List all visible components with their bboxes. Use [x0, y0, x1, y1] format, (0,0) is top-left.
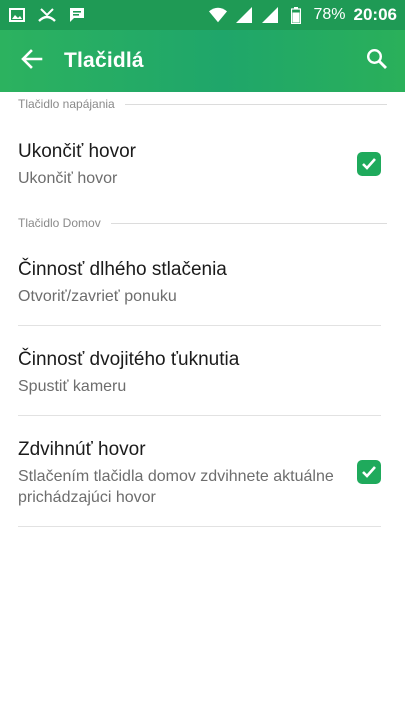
status-bar: 78% 20:06	[0, 0, 405, 30]
back-button[interactable]	[0, 30, 64, 92]
setting-subtitle: Stlačením tlačidla domov zdvihnete aktuá…	[18, 468, 334, 506]
image-icon	[8, 6, 26, 24]
status-right: 78% 20:06	[209, 5, 397, 25]
status-left-icons	[8, 6, 86, 24]
section-divider	[110, 222, 387, 224]
arrow-back-icon	[21, 48, 43, 75]
list-divider	[18, 415, 381, 416]
section-header-label: Tlačidlo napájania	[18, 97, 115, 111]
battery-percent: 78%	[313, 6, 346, 23]
setting-end-call[interactable]: Ukončiť hovor Ukončiť hovor	[0, 140, 405, 200]
setting-answer-call[interactable]: Zdvihnúť hovor Stlačením tlačidla domov …	[0, 438, 405, 518]
search-icon	[366, 48, 388, 75]
setting-double-tap[interactable]: Činnosť dvojitého ťuknutia Spustiť kamer…	[0, 348, 405, 408]
setting-subtitle: Spustiť kameru	[18, 378, 127, 395]
setting-subtitle: Otvoriť/zavrieť ponuku	[18, 288, 177, 305]
end-call-checkbox[interactable]	[357, 152, 381, 176]
list-divider	[18, 325, 381, 326]
answer-call-checkbox[interactable]	[357, 460, 381, 484]
setting-title: Zdvihnúť hovor	[18, 439, 146, 460]
app-bar: Tlačidlá	[0, 30, 405, 92]
battery-icon	[287, 6, 305, 24]
wifi-icon	[209, 6, 228, 24]
section-header-home: Tlačidlo Domov	[18, 216, 387, 230]
setting-title: Činnosť dvojitého ťuknutia	[18, 349, 240, 370]
setting-title: Ukončiť hovor	[18, 141, 137, 162]
clock: 20:06	[353, 5, 397, 24]
setting-title: Činnosť dlhého stlačenia	[18, 259, 227, 280]
page-title: Tlačidlá	[64, 49, 144, 72]
message-icon	[68, 6, 86, 24]
section-header-label: Tlačidlo Domov	[18, 216, 101, 230]
missed-call-icon	[38, 6, 56, 24]
search-button[interactable]	[349, 30, 405, 92]
section-divider	[124, 103, 387, 105]
section-header-power: Tlačidlo napájania	[18, 97, 387, 111]
signal-icon	[235, 6, 253, 24]
setting-long-press[interactable]: Činnosť dlhého stlačenia Otvoriť/zavrieť…	[0, 258, 405, 318]
setting-subtitle: Ukončiť hovor	[18, 170, 118, 187]
signal-icon	[261, 6, 279, 24]
list-divider	[18, 526, 381, 527]
